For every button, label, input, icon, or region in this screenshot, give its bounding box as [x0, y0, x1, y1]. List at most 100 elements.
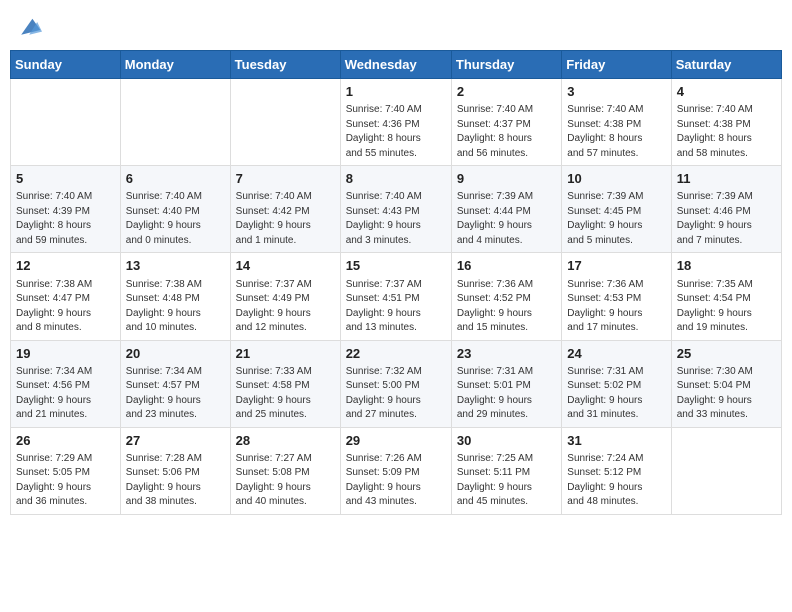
- day-info: Sunrise: 7:40 AM Sunset: 4:39 PM Dayligh…: [16, 190, 115, 248]
- day-info: Sunrise: 7:34 AM Sunset: 4:57 PM Dayligh…: [126, 365, 225, 423]
- calendar-cell: 4Sunrise: 7:40 AM Sunset: 4:38 PM Daylig…: [671, 79, 781, 166]
- day-info: Sunrise: 7:38 AM Sunset: 4:48 PM Dayligh…: [126, 278, 225, 336]
- day-info: Sunrise: 7:32 AM Sunset: 5:00 PM Dayligh…: [346, 365, 446, 423]
- day-number: 7: [236, 170, 335, 188]
- calendar-cell: 20 Sunrise: 7:34 AM Sunset: 4:57 PM Dayli…: [120, 340, 230, 427]
- calendar-cell: 30 Sunrise: 7:25 AM Sunset: 5:11 PM Dayli…: [451, 427, 561, 514]
- day-number: 14: [236, 257, 335, 275]
- day-info: Sunrise: 7:31 AM Sunset: 5:01 PM Dayligh…: [457, 365, 556, 423]
- weekday-header-thursday: Thursday: [451, 51, 561, 79]
- day-info: Sunrise: 7:24 AM Sunset: 5:12 PM Dayligh…: [567, 452, 665, 510]
- day-number: 17: [567, 257, 665, 275]
- week-row-5: 26 Sunrise: 7:29 AM Sunset: 5:05 PM Dayli…: [11, 427, 782, 514]
- day-number: 31: [567, 432, 665, 450]
- weekday-header-monday: Monday: [120, 51, 230, 79]
- day-info: Sunrise: 7:30 AM Sunset: 5:04 PM Dayligh…: [677, 365, 776, 423]
- day-info: Sunrise: 7:39 AM Sunset: 4:44 PM Dayligh…: [457, 190, 556, 248]
- calendar-cell: 11 Sunrise: 7:39 AM Sunset: 4:46 PM Dayli…: [671, 166, 781, 253]
- day-info: Sunrise: 7:39 AM Sunset: 4:46 PM Dayligh…: [677, 190, 776, 248]
- calendar-cell: 22 Sunrise: 7:32 AM Sunset: 5:00 PM Dayli…: [340, 340, 451, 427]
- logo: [16, 14, 42, 38]
- day-info: Sunrise: 7:28 AM Sunset: 5:06 PM Dayligh…: [126, 452, 225, 510]
- weekday-header-friday: Friday: [562, 51, 671, 79]
- day-info: Sunrise: 7:26 AM Sunset: 5:09 PM Dayligh…: [346, 452, 446, 510]
- day-info: Sunrise: 7:40 AM Sunset: 4:43 PM Dayligh…: [346, 190, 446, 248]
- weekday-header-tuesday: Tuesday: [230, 51, 340, 79]
- day-info: Sunrise: 7:36 AM Sunset: 4:53 PM Dayligh…: [567, 278, 665, 336]
- week-row-1: 1Sunrise: 7:40 AM Sunset: 4:36 PM Daylig…: [11, 79, 782, 166]
- page-header: [10, 10, 782, 42]
- calendar-cell: 23 Sunrise: 7:31 AM Sunset: 5:01 PM Dayli…: [451, 340, 561, 427]
- calendar-cell: [671, 427, 781, 514]
- calendar-cell: 17 Sunrise: 7:36 AM Sunset: 4:53 PM Dayli…: [562, 253, 671, 340]
- calendar-cell: 6 Sunrise: 7:40 AM Sunset: 4:40 PM Daylig…: [120, 166, 230, 253]
- day-number: 29: [346, 432, 446, 450]
- day-number: 24: [567, 345, 665, 363]
- weekday-header-sunday: Sunday: [11, 51, 121, 79]
- calendar-cell: 15 Sunrise: 7:37 AM Sunset: 4:51 PM Dayli…: [340, 253, 451, 340]
- calendar-cell: 31 Sunrise: 7:24 AM Sunset: 5:12 PM Dayli…: [562, 427, 671, 514]
- calendar-cell: 27 Sunrise: 7:28 AM Sunset: 5:06 PM Dayli…: [120, 427, 230, 514]
- day-info: Sunrise: 7:40 AM Sunset: 4:42 PM Dayligh…: [236, 190, 335, 248]
- calendar-cell: 18 Sunrise: 7:35 AM Sunset: 4:54 PM Dayli…: [671, 253, 781, 340]
- day-info: Sunrise: 7:33 AM Sunset: 4:58 PM Dayligh…: [236, 365, 335, 423]
- day-number: 18: [677, 257, 776, 275]
- day-info: Sunrise: 7:29 AM Sunset: 5:05 PM Dayligh…: [16, 452, 115, 510]
- calendar-cell: 8 Sunrise: 7:40 AM Sunset: 4:43 PM Daylig…: [340, 166, 451, 253]
- day-info: Sunrise: 7:37 AM Sunset: 4:51 PM Dayligh…: [346, 278, 446, 336]
- calendar-cell: 2 Sunrise: 7:40 AM Sunset: 4:37 PM Daylig…: [451, 79, 561, 166]
- day-number: 8: [346, 170, 446, 188]
- day-info: Sunrise: 7:39 AM Sunset: 4:45 PM Dayligh…: [567, 190, 665, 248]
- day-number: 9: [457, 170, 556, 188]
- day-info: Sunrise: 7:40 AM Sunset: 4:37 PM Dayligh…: [457, 103, 556, 161]
- day-number: 6: [126, 170, 225, 188]
- calendar-cell: 25Sunrise: 7:30 AM Sunset: 5:04 PM Dayli…: [671, 340, 781, 427]
- day-number: 30: [457, 432, 556, 450]
- day-info: Sunrise: 7:34 AM Sunset: 4:56 PM Dayligh…: [16, 365, 115, 423]
- week-row-2: 5 Sunrise: 7:40 AM Sunset: 4:39 PM Daylig…: [11, 166, 782, 253]
- weekday-header-saturday: Saturday: [671, 51, 781, 79]
- day-info: Sunrise: 7:35 AM Sunset: 4:54 PM Dayligh…: [677, 278, 776, 336]
- calendar-cell: 12Sunrise: 7:38 AM Sunset: 4:47 PM Dayli…: [11, 253, 121, 340]
- calendar-cell: 9 Sunrise: 7:39 AM Sunset: 4:44 PM Daylig…: [451, 166, 561, 253]
- day-info: Sunrise: 7:31 AM Sunset: 5:02 PM Dayligh…: [567, 365, 665, 423]
- day-number: 27: [126, 432, 225, 450]
- day-number: 1: [346, 83, 446, 101]
- day-number: 20: [126, 345, 225, 363]
- day-number: 15: [346, 257, 446, 275]
- day-info: Sunrise: 7:40 AM Sunset: 4:38 PM Dayligh…: [567, 103, 665, 161]
- day-number: 3: [567, 83, 665, 101]
- weekday-header-row: SundayMondayTuesdayWednesdayThursdayFrid…: [11, 51, 782, 79]
- calendar-cell: 1Sunrise: 7:40 AM Sunset: 4:36 PM Daylig…: [340, 79, 451, 166]
- calendar-cell: 29 Sunrise: 7:26 AM Sunset: 5:09 PM Dayli…: [340, 427, 451, 514]
- calendar-cell: 26 Sunrise: 7:29 AM Sunset: 5:05 PM Dayli…: [11, 427, 121, 514]
- day-number: 16: [457, 257, 556, 275]
- calendar-table: SundayMondayTuesdayWednesdayThursdayFrid…: [10, 50, 782, 515]
- day-info: Sunrise: 7:25 AM Sunset: 5:11 PM Dayligh…: [457, 452, 556, 510]
- day-number: 19: [16, 345, 115, 363]
- calendar-cell: 10 Sunrise: 7:39 AM Sunset: 4:45 PM Dayli…: [562, 166, 671, 253]
- calendar-cell: [230, 79, 340, 166]
- day-number: 23: [457, 345, 556, 363]
- calendar-cell: [11, 79, 121, 166]
- calendar-cell: 14Sunrise: 7:37 AM Sunset: 4:49 PM Dayli…: [230, 253, 340, 340]
- calendar-cell: 7 Sunrise: 7:40 AM Sunset: 4:42 PM Daylig…: [230, 166, 340, 253]
- day-number: 26: [16, 432, 115, 450]
- calendar-cell: 16 Sunrise: 7:36 AM Sunset: 4:52 PM Dayli…: [451, 253, 561, 340]
- calendar-cell: 19 Sunrise: 7:34 AM Sunset: 4:56 PM Dayli…: [11, 340, 121, 427]
- day-number: 22: [346, 345, 446, 363]
- day-number: 13: [126, 257, 225, 275]
- calendar-cell: 28Sunrise: 7:27 AM Sunset: 5:08 PM Dayli…: [230, 427, 340, 514]
- day-number: 11: [677, 170, 776, 188]
- day-info: Sunrise: 7:38 AM Sunset: 4:47 PM Dayligh…: [16, 278, 115, 336]
- day-number: 28: [236, 432, 335, 450]
- calendar-cell: 13 Sunrise: 7:38 AM Sunset: 4:48 PM Dayli…: [120, 253, 230, 340]
- day-number: 2: [457, 83, 556, 101]
- day-info: Sunrise: 7:40 AM Sunset: 4:40 PM Dayligh…: [126, 190, 225, 248]
- day-number: 10: [567, 170, 665, 188]
- day-info: Sunrise: 7:36 AM Sunset: 4:52 PM Dayligh…: [457, 278, 556, 336]
- day-number: 5: [16, 170, 115, 188]
- day-number: 21: [236, 345, 335, 363]
- weekday-header-wednesday: Wednesday: [340, 51, 451, 79]
- calendar-cell: 5 Sunrise: 7:40 AM Sunset: 4:39 PM Daylig…: [11, 166, 121, 253]
